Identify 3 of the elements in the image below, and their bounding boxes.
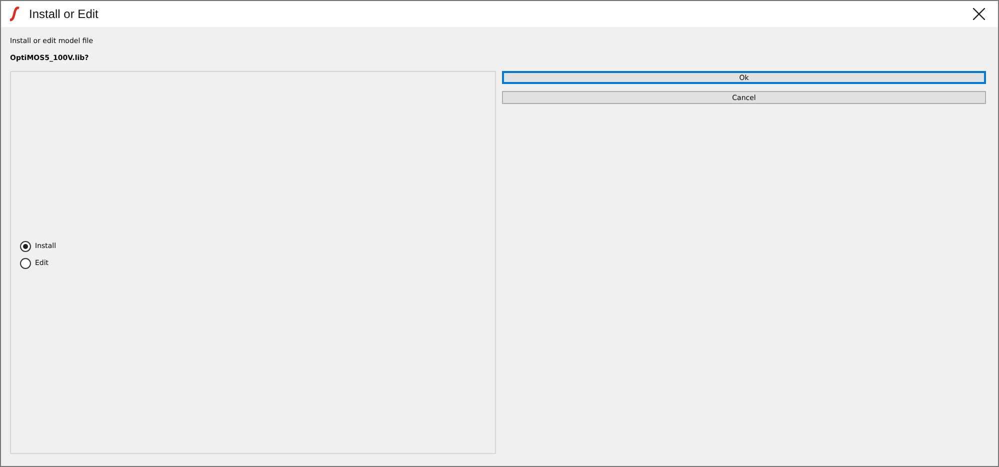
close-icon[interactable] [973, 8, 985, 20]
app-logo-icon [9, 6, 21, 22]
window-title: Install or Edit [29, 7, 98, 21]
